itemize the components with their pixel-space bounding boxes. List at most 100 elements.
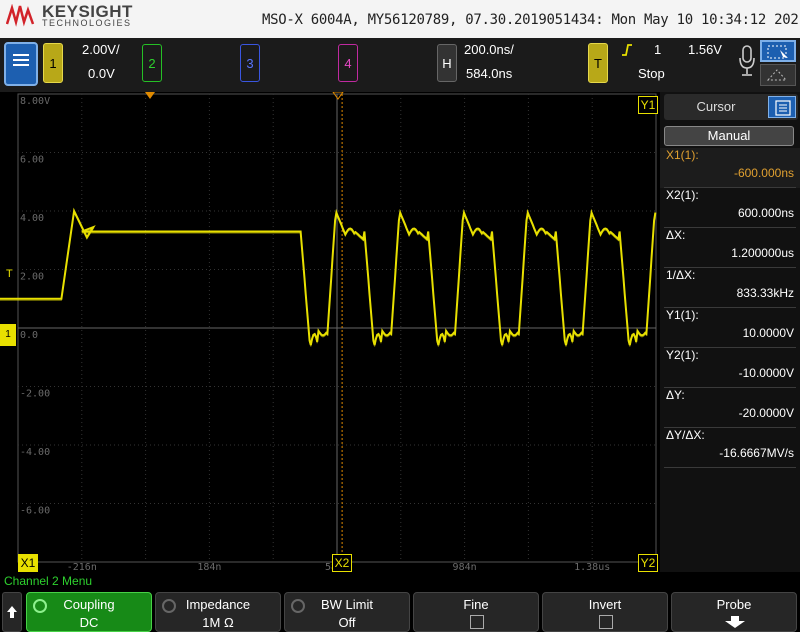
back-button[interactable] [2, 592, 22, 632]
waveform-display[interactable]: 8.00V 6.00 4.00 2.00 0.0 -2.00 -4.00 -6.00 -216… [0, 92, 660, 572]
voltage-label: 8.00V [20, 96, 50, 107]
arrow-down-icon [725, 616, 745, 628]
horizontal-button[interactable]: H [437, 44, 457, 82]
trigger-label: T [594, 55, 602, 71]
zoom-triangle-button[interactable] [760, 64, 796, 86]
main-menu-button[interactable] [4, 42, 38, 86]
trigger-position-icon [145, 92, 155, 99]
time-label: 1.38us [574, 562, 610, 572]
probe-label: Probe [716, 597, 752, 612]
cursor-box-icon [767, 45, 788, 59]
cursor-panel-title: Cursor [696, 99, 736, 114]
softkey-bar: Coupling DC Impedance 1M Ω BW Limit Off … [0, 590, 800, 632]
gridlines [17, 93, 657, 563]
cursor-panel-header: Cursor [664, 94, 798, 120]
cursor-readout-key: ΔY/ΔX: [666, 428, 705, 442]
cursor-readout-key: 1/ΔX: [666, 268, 696, 282]
cursor-readout-key: X1(1): [666, 148, 699, 162]
cursor-readout-value: 833.33kHz [736, 286, 794, 300]
coupling-label: Coupling [63, 597, 115, 612]
triangle-icon [766, 69, 788, 81]
graticule: 8.00V 6.00 4.00 2.00 0.0 -2.00 -4.00 -6.00 -216… [0, 93, 657, 572]
cursor-readout-value: 10.0000V [742, 326, 794, 340]
cursor-readout-value: -600.000ns [733, 166, 794, 180]
cursor-readout-key: ΔY: [666, 388, 685, 402]
divider [664, 467, 796, 468]
horizontal-scale: 200.0ns/ [464, 42, 514, 57]
fine-label: Fine [463, 597, 489, 612]
softkey-menu-title: Channel 2 Menu [4, 574, 93, 588]
cursor-x1-marker[interactable]: X1 [18, 554, 38, 572]
trigger-level-label: T [6, 268, 13, 280]
cursor-y1-label: Y1 [640, 98, 656, 112]
trigger-level: 1.56V [688, 42, 722, 57]
channel-3-button[interactable]: 3 [240, 44, 260, 82]
impedance-label: Impedance [185, 597, 251, 612]
cursor-panel-menu-button[interactable] [768, 96, 796, 118]
voltage-label: 6.00 [20, 155, 44, 166]
trigger-button[interactable]: T [588, 43, 608, 83]
impedance-softkey[interactable]: Impedance 1M Ω [155, 592, 281, 632]
fine-softkey[interactable]: Fine [413, 592, 539, 632]
voltage-label: 4.00 [20, 213, 44, 224]
title-bar: KEYSIGHT TECHNOLOGIES MSO-X 6004A, MY561… [0, 0, 800, 38]
channel-1-trace-noise [0, 210, 656, 347]
horizontal-delay: 584.0ns [466, 66, 513, 81]
voltage-label: 0.0 [20, 330, 38, 341]
trigger-level-marker[interactable]: T [6, 268, 16, 282]
microphone-icon[interactable] [737, 44, 757, 78]
cursor-y2-marker[interactable]: Y2 [638, 554, 658, 572]
cursor-readout-row: ΔX: 1.200000us [660, 228, 800, 268]
coupling-softkey[interactable]: Coupling DC [26, 592, 152, 632]
cursor-readout-key: Y1(1): [666, 308, 699, 322]
instrument-title: MSO-X 6004A, MY56120789, 07.30.201905143… [262, 12, 800, 28]
cursor-readout-key: ΔX: [666, 228, 686, 242]
horizontal-label: H [442, 55, 452, 71]
impedance-value: 1M Ω [202, 615, 234, 630]
invert-checkbox[interactable] [599, 615, 613, 629]
bw-limit-value: Off [338, 615, 356, 630]
cursor-x2-label: X2 [334, 556, 350, 570]
channel-1-offset: 0.0V [88, 66, 115, 81]
voltage-label: -4.00 [20, 447, 50, 458]
cursor-readout-row: Y2(1): -10.0000V [660, 348, 800, 388]
time-label: -216n [67, 562, 97, 572]
cursor-y2-label: Y2 [640, 556, 656, 570]
delay-position-icon [332, 92, 344, 100]
cursor-panel: Cursor Manual X1(1): -600.000ns X2(1): 600.… [660, 92, 800, 572]
cursor-readout-key: Y2(1): [666, 348, 699, 362]
cursor-y1-marker[interactable]: Y1 [638, 96, 658, 114]
channel-4-label: 4 [344, 55, 352, 71]
voltage-label: -2.00 [20, 389, 50, 400]
channel-1-scale: 2.00V/ [82, 42, 120, 57]
channel-bar: 1 2.00V/ 0.0V 2 3 4 H 200.0ns/ 584.0ns T… [0, 38, 800, 92]
channel-4-button[interactable]: 4 [338, 44, 358, 82]
coupling-value: DC [79, 615, 99, 630]
cursor-readout-value: 600.000ns [737, 206, 794, 220]
channel-1-ground-marker[interactable]: 1 [0, 324, 16, 346]
cursor-readout-row: X2(1): 600.000ns [660, 188, 800, 228]
cursor-x2-marker[interactable]: X2 [332, 554, 352, 572]
cursor-mode-button[interactable]: Manual [664, 126, 794, 146]
channel-1-button[interactable]: 1 [43, 43, 63, 83]
channel-2-label: 2 [148, 55, 156, 71]
channel-1-label: 1 [49, 55, 57, 71]
cursor-readout-value: -10.0000V [738, 366, 794, 380]
trigger-edge-icon [622, 44, 632, 56]
bw-limit-label: BW Limit [321, 597, 373, 612]
voltage-axis-labels: 8.00V 6.00 4.00 2.00 0.0 -2.00 -4.00 -6.00 [20, 96, 50, 517]
cursor-readout-value: -20.0000V [738, 406, 794, 420]
probe-softkey[interactable]: Probe [671, 592, 797, 632]
cursor-readout-row: ΔY/ΔX: -16.6667MV/s [660, 428, 800, 468]
cursor-select-button[interactable] [760, 40, 796, 62]
cursor-readout-row: ΔY: -20.0000V [660, 388, 800, 428]
bw-limit-softkey[interactable]: BW Limit Off [284, 592, 410, 632]
keysight-logo-icon [6, 4, 35, 27]
arrow-up-icon [7, 606, 17, 618]
invert-softkey[interactable]: Invert [542, 592, 668, 632]
time-label: 984n [453, 562, 477, 572]
time-label: 184n [197, 562, 221, 572]
channel-2-button[interactable]: 2 [142, 44, 162, 82]
fine-checkbox[interactable] [470, 615, 484, 629]
cursor-readout-row: 1/ΔX: 833.33kHz [660, 268, 800, 308]
